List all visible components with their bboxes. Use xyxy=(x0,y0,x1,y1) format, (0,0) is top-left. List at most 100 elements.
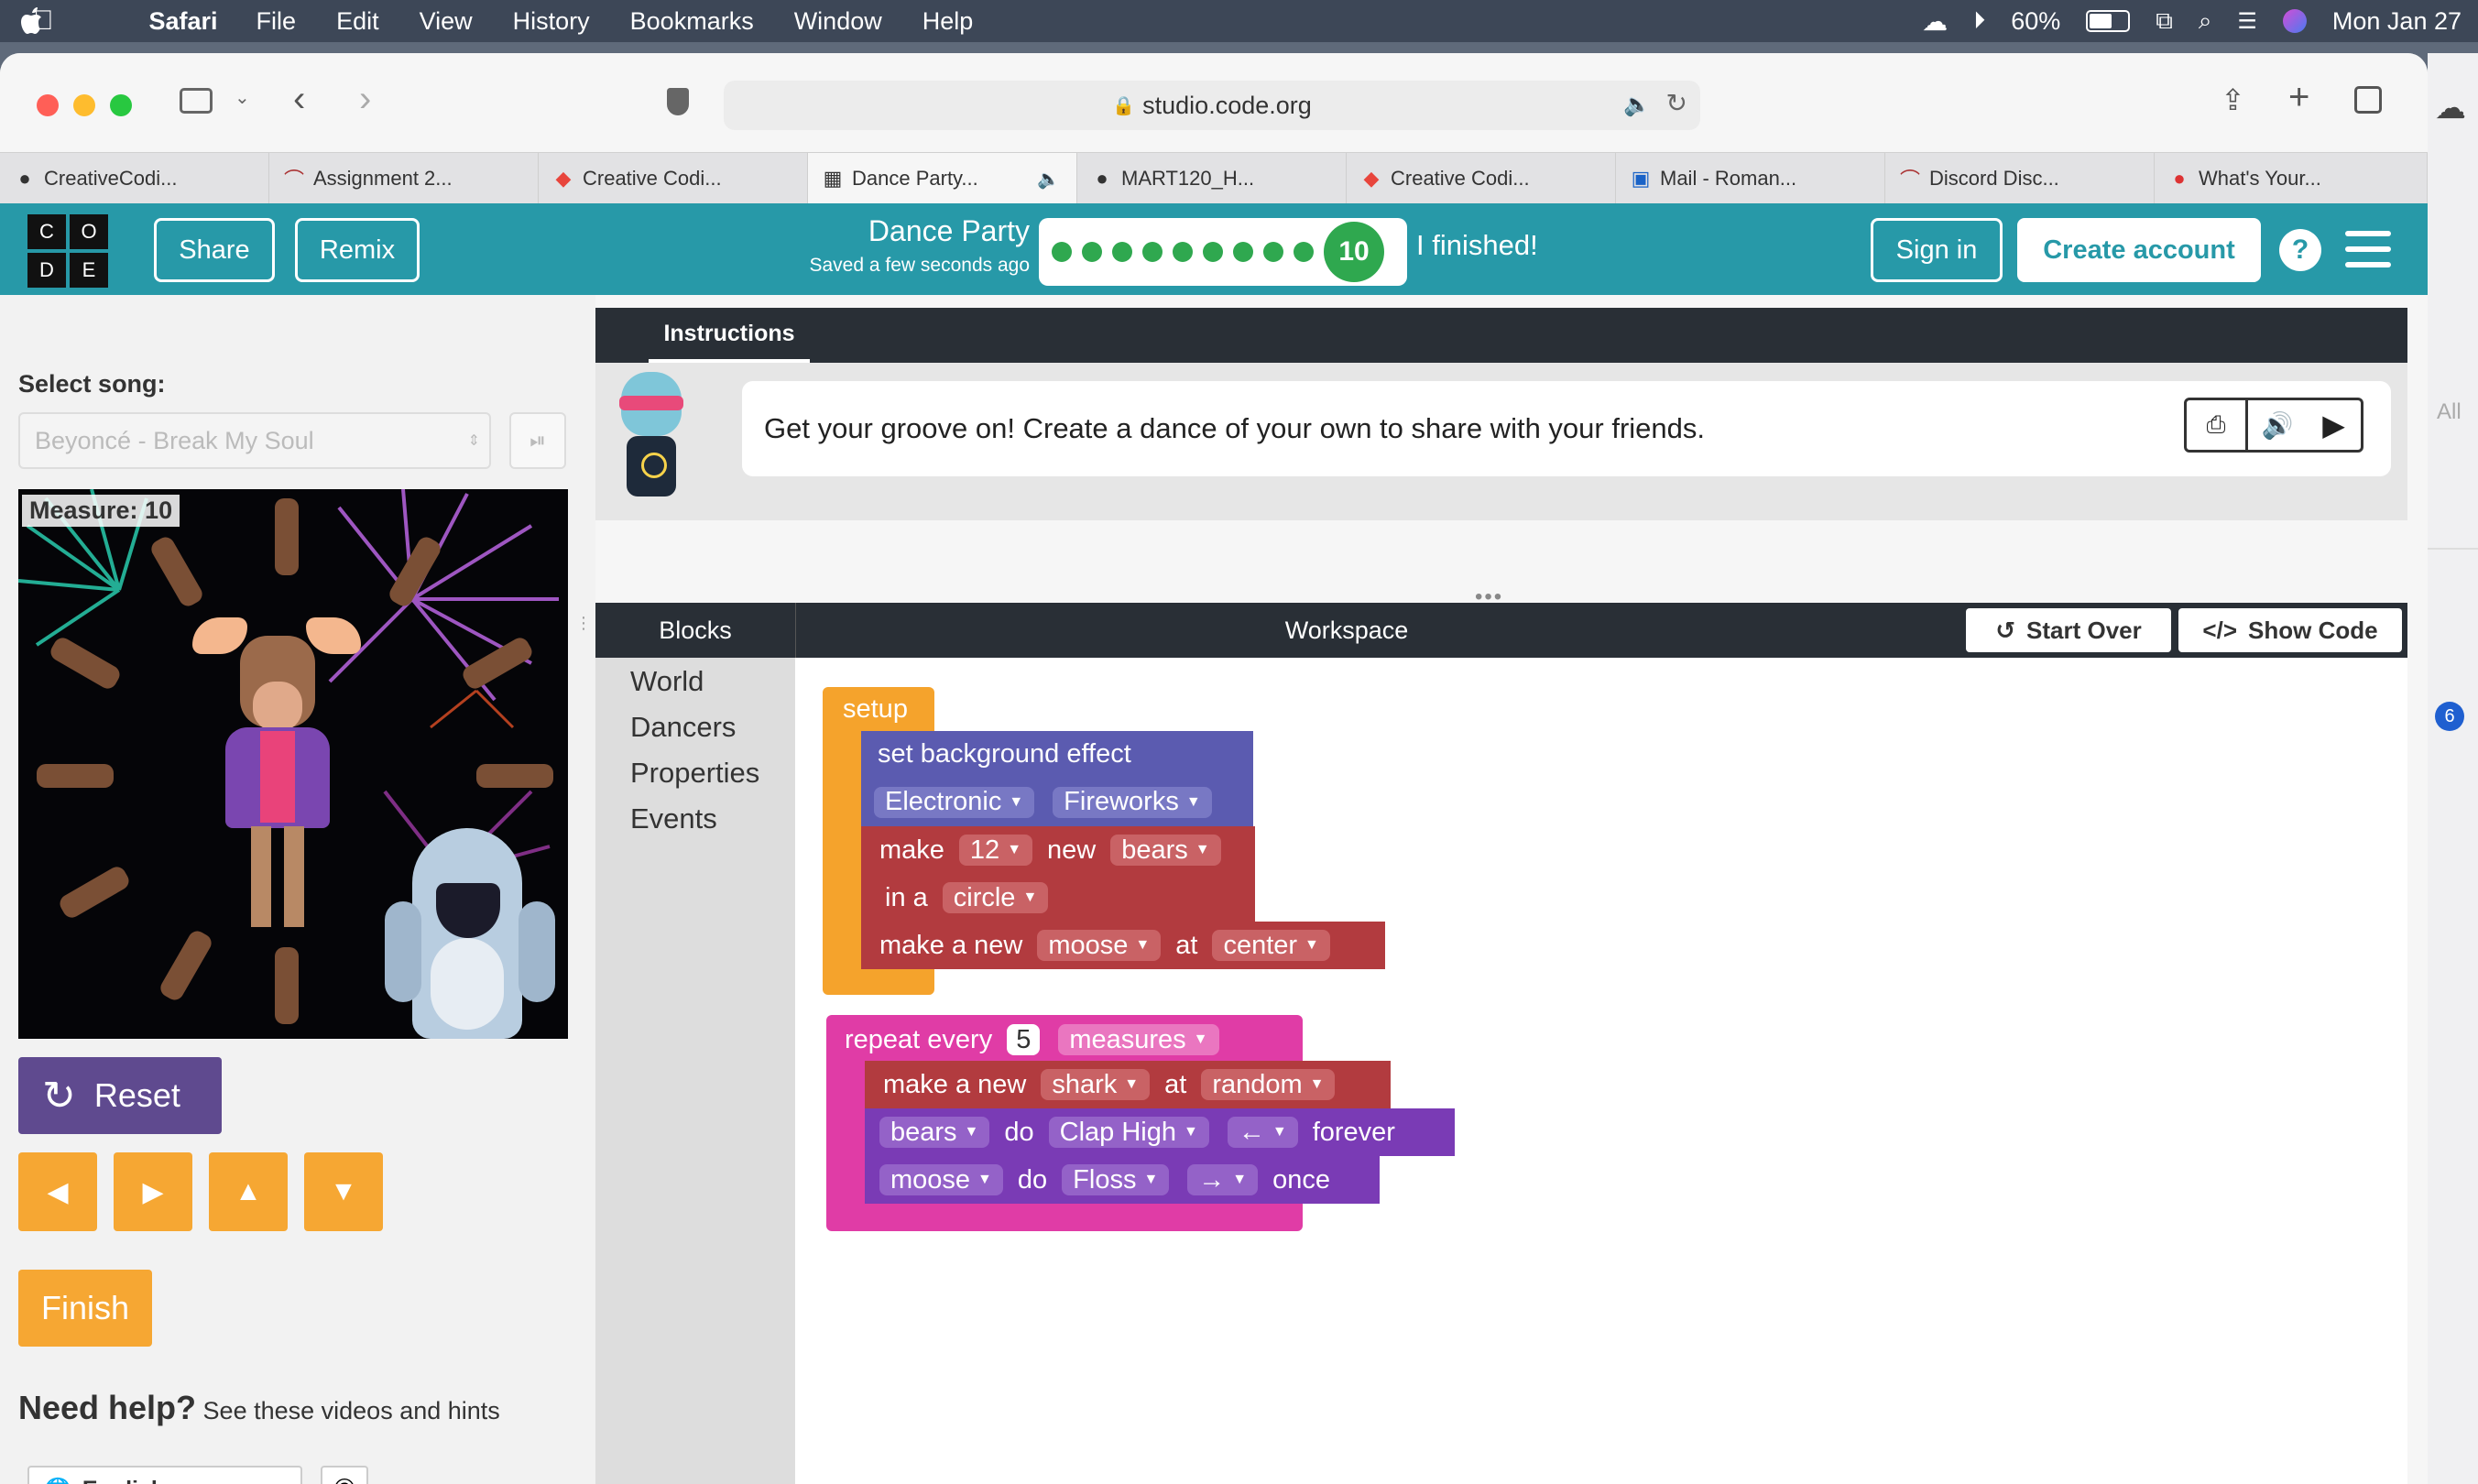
minimize-window-button[interactable] xyxy=(73,94,95,116)
song-select[interactable]: Beyoncé - Break My Soul ⇕ xyxy=(18,412,491,469)
play-status-icon[interactable]: ⏵ xyxy=(1973,6,1985,36)
current-level-badge[interactable]: 10 xyxy=(1324,222,1384,282)
tab-audio-icon[interactable]: 🔈 xyxy=(1037,168,1060,191)
menu-history[interactable]: History xyxy=(513,7,590,36)
screen-mirroring-icon[interactable]: ⧉ xyxy=(2156,6,2173,36)
arrow-down-button[interactable]: ▼ xyxy=(304,1152,383,1231)
group-dropdown[interactable]: bears ▼ xyxy=(879,1117,990,1148)
language-audio-icon[interactable]: ⎙ xyxy=(2187,400,2248,450)
sign-in-button[interactable]: Sign in xyxy=(1871,218,2003,282)
direction-dropdown[interactable]: ← ▼ xyxy=(1227,1117,1298,1148)
progress-dot[interactable] xyxy=(1263,242,1283,262)
tab-mail[interactable]: ▣ Mail - Roman... xyxy=(1616,153,1885,204)
siri-icon[interactable] xyxy=(2282,9,2307,33)
reload-icon[interactable]: ↻ xyxy=(1666,88,1687,118)
make-new-moose-block[interactable]: make a new moose ▼ at center ▼ xyxy=(861,922,1385,969)
palette-dropdown[interactable]: Electronic ▼ xyxy=(874,786,1035,818)
make-new-shark-block[interactable]: make a new shark ▼ at random ▼ xyxy=(865,1061,1391,1108)
progress-dot[interactable] xyxy=(1052,242,1072,262)
menu-window[interactable]: Window xyxy=(794,7,882,36)
workspace-canvas[interactable]: setup set background effect Electronic ▼ … xyxy=(795,658,2407,1484)
menu-view[interactable]: View xyxy=(420,7,473,36)
battery-icon[interactable] xyxy=(2086,10,2131,32)
control-center-icon[interactable]: ☰ xyxy=(2237,8,2257,35)
sidebar-toggle-icon[interactable] xyxy=(180,88,213,114)
menu-clock[interactable]: Mon Jan 27 xyxy=(2332,7,2462,36)
new-tab-icon[interactable]: + xyxy=(2288,77,2309,118)
dancer-dropdown[interactable]: moose ▼ xyxy=(879,1164,1003,1195)
menu-help[interactable]: Help xyxy=(922,7,974,36)
create-account-button[interactable]: Create account xyxy=(2017,218,2261,282)
measures-dropdown[interactable]: measures ▼ xyxy=(1058,1024,1219,1055)
audio-playing-icon[interactable]: 🔈 xyxy=(1623,92,1651,118)
help-icon[interactable]: ? xyxy=(2279,229,2321,271)
measures-count-input[interactable]: 5 xyxy=(1007,1024,1041,1055)
progress-dot[interactable] xyxy=(1203,242,1223,262)
set-background-effect-block[interactable]: set background effect Electronic ▼ Firewo… xyxy=(861,731,1253,826)
play-icon[interactable]: ▶ xyxy=(2307,400,2361,450)
arrow-up-button[interactable]: ▲ xyxy=(209,1152,288,1231)
menu-edit[interactable]: Edit xyxy=(336,7,379,36)
moose-do-move-block[interactable]: moose ▼ do Floss ▼ → ▼ once xyxy=(865,1156,1380,1204)
category-properties[interactable]: Properties xyxy=(630,757,759,790)
spotlight-search-icon[interactable]: ⌕ xyxy=(2199,6,2212,36)
tab-discord[interactable]: ⌒ Discord Disc... xyxy=(1885,153,2155,204)
address-bar[interactable]: 🔒 studio.code.org 🔈 ↻ xyxy=(724,81,1700,130)
menu-app-name[interactable]: Safari xyxy=(149,7,218,36)
direction-dropdown[interactable]: → ▼ xyxy=(1187,1164,1259,1195)
tab-overview-icon[interactable] xyxy=(2354,86,2382,114)
icloud-icon[interactable]: ☁ xyxy=(2435,90,2466,126)
progress-dot[interactable] xyxy=(1082,242,1102,262)
progress-dot[interactable] xyxy=(1233,242,1253,262)
tab-creative-coding-drive-2[interactable]: ◆ Creative Codi... xyxy=(1347,153,1616,204)
remix-button[interactable]: Remix xyxy=(295,218,420,282)
forward-arrow-icon[interactable]: › xyxy=(359,79,371,120)
start-over-button[interactable]: ↺ Start Over xyxy=(1966,608,2171,652)
tab-whats-your[interactable]: ● What's Your... xyxy=(2155,153,2428,204)
location-dropdown[interactable]: center ▼ xyxy=(1212,930,1330,961)
copyright-button[interactable]: © xyxy=(321,1466,368,1484)
tab-dance-party[interactable]: ▦ Dance Party... 🔈 xyxy=(808,153,1077,204)
layout-dropdown[interactable]: circle ▼ xyxy=(942,882,1049,913)
share-icon[interactable]: ⇪ xyxy=(2221,82,2245,117)
back-arrow-icon[interactable]: ‹ xyxy=(293,79,305,120)
make-dancers-block[interactable]: make 12 ▼ new bears ▼ in a circle ▼ xyxy=(861,826,1255,922)
tab-creativecoding-github[interactable]: ● CreativeCodi... xyxy=(0,153,269,204)
instructions-tab[interactable]: Instructions xyxy=(649,308,810,363)
progress-dot[interactable] xyxy=(1142,242,1163,262)
language-select[interactable]: 🌐 English ⌄ xyxy=(27,1466,302,1484)
reset-button[interactable]: ↻ Reset xyxy=(18,1057,222,1134)
arrow-left-button[interactable]: ◀ xyxy=(18,1152,97,1231)
tab-assignment[interactable]: ⌒ Assignment 2... xyxy=(269,153,539,204)
menu-file[interactable]: File xyxy=(257,7,297,36)
zoom-window-button[interactable] xyxy=(110,94,132,116)
codeorg-logo[interactable]: C O D E xyxy=(27,214,108,288)
random-dropdown[interactable]: random ▼ xyxy=(1201,1069,1336,1100)
dancer-type-dropdown[interactable]: bears ▼ xyxy=(1110,835,1221,866)
dance-stage[interactable]: Measure: 10 xyxy=(18,489,568,1039)
move-dropdown[interactable]: Floss ▼ xyxy=(1062,1164,1170,1195)
share-button[interactable]: Share xyxy=(154,218,275,282)
progress-dot[interactable] xyxy=(1294,242,1314,262)
creative-cloud-icon[interactable]: ☁ xyxy=(1922,6,1948,37)
close-window-button[interactable] xyxy=(37,94,59,116)
menu-bookmarks[interactable]: Bookmarks xyxy=(630,7,754,36)
volume-icon[interactable]: 🔊 xyxy=(2248,400,2307,450)
move-dropdown[interactable]: Clap High ▼ xyxy=(1048,1117,1209,1148)
effect-dropdown[interactable]: Fireworks ▼ xyxy=(1053,786,1212,818)
privacy-shield-icon[interactable] xyxy=(667,88,689,115)
progress-dot[interactable] xyxy=(1173,242,1193,262)
category-world[interactable]: World xyxy=(630,665,704,698)
tab-creative-coding-drive[interactable]: ◆ Creative Codi... xyxy=(539,153,808,204)
panel-resize-handle[interactable]: ⋮ xyxy=(575,615,592,663)
show-code-button[interactable]: </> Show Code xyxy=(2178,608,2402,652)
count-dropdown[interactable]: 12 ▼ xyxy=(958,835,1033,866)
category-events[interactable]: Events xyxy=(630,802,717,835)
finished-link[interactable]: I finished! xyxy=(1416,229,1538,262)
category-dancers[interactable]: Dancers xyxy=(630,711,736,744)
finish-button[interactable]: Finish xyxy=(18,1270,152,1347)
apple-logo-icon[interactable] xyxy=(18,5,46,37)
chevron-down-icon[interactable]: ⌄ xyxy=(235,86,250,109)
bears-do-move-block[interactable]: bears ▼ do Clap High ▼ ← ▼ forever xyxy=(865,1108,1455,1156)
hamburger-menu-icon[interactable] xyxy=(2345,231,2391,267)
